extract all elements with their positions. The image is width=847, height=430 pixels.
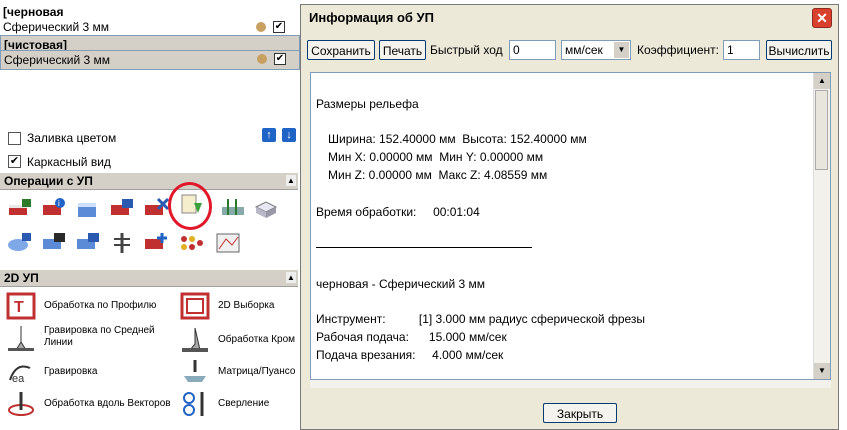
pocket-icon bbox=[180, 292, 210, 320]
toolpath-item-rough[interactable]: Сферический 3 мм ✔ bbox=[0, 19, 300, 35]
calculate-button[interactable]: Вычислить bbox=[766, 40, 832, 60]
save-toolpath-icon[interactable] bbox=[108, 197, 136, 221]
profile-icon: T bbox=[6, 292, 36, 320]
map-preview-icon[interactable] bbox=[214, 231, 242, 255]
vector-machining-tool[interactable]: Обработка вдоль Векторов bbox=[6, 390, 178, 418]
tool-label: Обработка по Профилю bbox=[44, 300, 157, 311]
profile-tool[interactable]: T Обработка по Профилю bbox=[6, 292, 176, 320]
horizontal-scrollbar[interactable] bbox=[310, 380, 831, 388]
simulate-block-icon[interactable] bbox=[74, 231, 102, 255]
chevron-down-icon[interactable]: ▼ bbox=[614, 42, 629, 58]
toolpath-item-finish[interactable]: Сферический 3 мм ✔ bbox=[0, 50, 300, 70]
operations-section-header[interactable]: Операции с УП ▲ bbox=[0, 172, 298, 190]
pocket-tool[interactable]: 2D Выборка bbox=[180, 292, 298, 320]
svg-text:ea: ea bbox=[12, 373, 25, 385]
tool-label: Гравировка bbox=[44, 366, 98, 377]
scroll-down-icon[interactable]: ▼ bbox=[814, 363, 830, 379]
machining-time-line: Время обработки: 00:01:04 bbox=[316, 205, 480, 219]
transform-toolpath-icon[interactable] bbox=[220, 197, 248, 221]
drilling-tool[interactable]: Сверление bbox=[180, 390, 298, 418]
svg-text:i: i bbox=[58, 199, 60, 208]
move-down-icon[interactable]: ↓ bbox=[282, 128, 296, 142]
status-dot-icon bbox=[256, 22, 266, 32]
tool-label: Обработка вдоль Векторов bbox=[44, 398, 171, 409]
save-button[interactable]: Сохранить bbox=[307, 40, 375, 60]
close-icon[interactable]: ✕ bbox=[812, 8, 832, 28]
toolpath-group-rough[interactable]: [черновая bbox=[0, 4, 300, 20]
collapse-icon[interactable]: ▲ bbox=[286, 175, 296, 186]
drilling-icon bbox=[183, 392, 204, 416]
dot-matrix-icon[interactable] bbox=[176, 231, 204, 255]
section-title: 2D УП bbox=[4, 271, 39, 285]
width-height-line: Ширина: 152.40000 мм Высота: 152.40000 м… bbox=[328, 132, 587, 146]
toolpath-name-line: черновая - Сферический 3 мм bbox=[316, 277, 485, 291]
toolpath-group-label: [черновая bbox=[3, 5, 64, 19]
matrix-punch-icon bbox=[184, 360, 206, 382]
tool-label: Гравировка по Средней Линии bbox=[44, 325, 155, 348]
tool-database-icon[interactable] bbox=[108, 231, 136, 255]
scroll-up-icon[interactable]: ▲ bbox=[814, 73, 830, 89]
report-textarea[interactable]: Размеры рельефа Ширина: 152.40000 мм Выс… bbox=[310, 72, 831, 380]
toolpath-item-label: Сферический 3 мм bbox=[3, 20, 110, 34]
divider bbox=[316, 247, 532, 248]
toolpath-item-label: Сферический 3 мм bbox=[4, 53, 111, 67]
toolpath-info-dialog: Информация об УП ✕ Сохранить Печать Быст… bbox=[300, 4, 839, 430]
tool-label: 2D Выборка bbox=[218, 300, 275, 311]
merge-toolpath-icon[interactable] bbox=[142, 231, 170, 255]
scroll-thumb[interactable] bbox=[815, 90, 828, 170]
calculate-toolpath-icon[interactable] bbox=[6, 197, 34, 221]
centerline-engrave-icon bbox=[8, 326, 34, 351]
material-block-icon[interactable] bbox=[252, 197, 280, 221]
centerline-engrave-tool[interactable]: Гравировка по Средней Линии bbox=[6, 324, 176, 354]
close-button[interactable]: Закрыть bbox=[543, 403, 617, 423]
print-button[interactable]: Печать bbox=[379, 40, 426, 60]
rapid-label: Быстрый ход bbox=[430, 43, 503, 57]
simulate-toolpath-icon[interactable] bbox=[6, 231, 34, 255]
svg-text:T: T bbox=[14, 299, 24, 316]
toolpath-info-icon[interactable]: i bbox=[40, 197, 68, 221]
tool-label: Сверление bbox=[218, 398, 270, 409]
color-fill-checkbox[interactable] bbox=[8, 132, 21, 145]
visibility-checkbox[interactable]: ✔ bbox=[274, 53, 286, 65]
section-2d-header[interactable]: 2D УП ▲ bbox=[0, 269, 298, 287]
engrave-icon: ea bbox=[9, 365, 31, 385]
dialog-title: Информация об УП bbox=[309, 10, 434, 25]
feed-rate-line: Рабочая подача: 15.000 мм/сек bbox=[316, 330, 507, 344]
min-xy-line: Мин X: 0.00000 мм Мин Y: 0.00000 мм bbox=[328, 150, 544, 164]
material-setup-icon[interactable] bbox=[74, 197, 102, 221]
units-value: мм/сек bbox=[565, 43, 603, 57]
simulate-save-icon[interactable] bbox=[40, 231, 68, 255]
tool-label: Обработка Кром bbox=[218, 334, 296, 345]
section-title: Операции с УП bbox=[4, 174, 93, 188]
visibility-checkbox[interactable]: ✔ bbox=[273, 21, 285, 33]
vector-machining-icon bbox=[8, 392, 34, 416]
edge-machining-icon bbox=[182, 327, 208, 352]
wireframe-checkbox[interactable]: ✔ bbox=[8, 155, 21, 168]
units-select[interactable]: мм/сек ▼ bbox=[561, 40, 631, 60]
wireframe-label: Каркасный вид bbox=[27, 155, 111, 169]
tool-line: Инструмент: [1] 3.000 мм радиус сферичес… bbox=[316, 312, 646, 326]
move-up-icon[interactable]: ↑ bbox=[262, 128, 276, 142]
dialog-titlebar[interactable]: Информация об УП ✕ bbox=[301, 5, 838, 31]
delete-toolpath-icon[interactable] bbox=[142, 197, 170, 221]
tool-label: Матрица/Пуансо bbox=[218, 366, 296, 377]
vertical-scrollbar[interactable]: ▲ ▼ bbox=[813, 73, 830, 379]
edge-machining-tool[interactable]: Обработка Кром bbox=[180, 326, 298, 354]
plunge-rate-line: Подача врезания: 4.000 мм/сек bbox=[316, 348, 504, 362]
rapid-input[interactable]: 0 bbox=[509, 40, 556, 60]
coeff-input[interactable]: 1 bbox=[723, 40, 760, 60]
relief-heading: Размеры рельефа bbox=[316, 97, 419, 111]
left-panel: [черновая Сферический 3 мм ✔ [чистовая] … bbox=[0, 0, 300, 430]
min-max-z-line: Мин Z: 0.00000 мм Макс Z: 4.08559 мм bbox=[328, 168, 548, 182]
collapse-icon[interactable]: ▲ bbox=[286, 272, 296, 283]
status-dot-icon bbox=[257, 54, 267, 64]
coeff-label: Коэффициент: bbox=[637, 43, 719, 57]
engrave-tool[interactable]: ea Гравировка bbox=[6, 358, 176, 386]
color-fill-label: Заливка цветом bbox=[27, 131, 117, 145]
matrix-punch-tool[interactable]: Матрица/Пуансо bbox=[180, 358, 298, 386]
